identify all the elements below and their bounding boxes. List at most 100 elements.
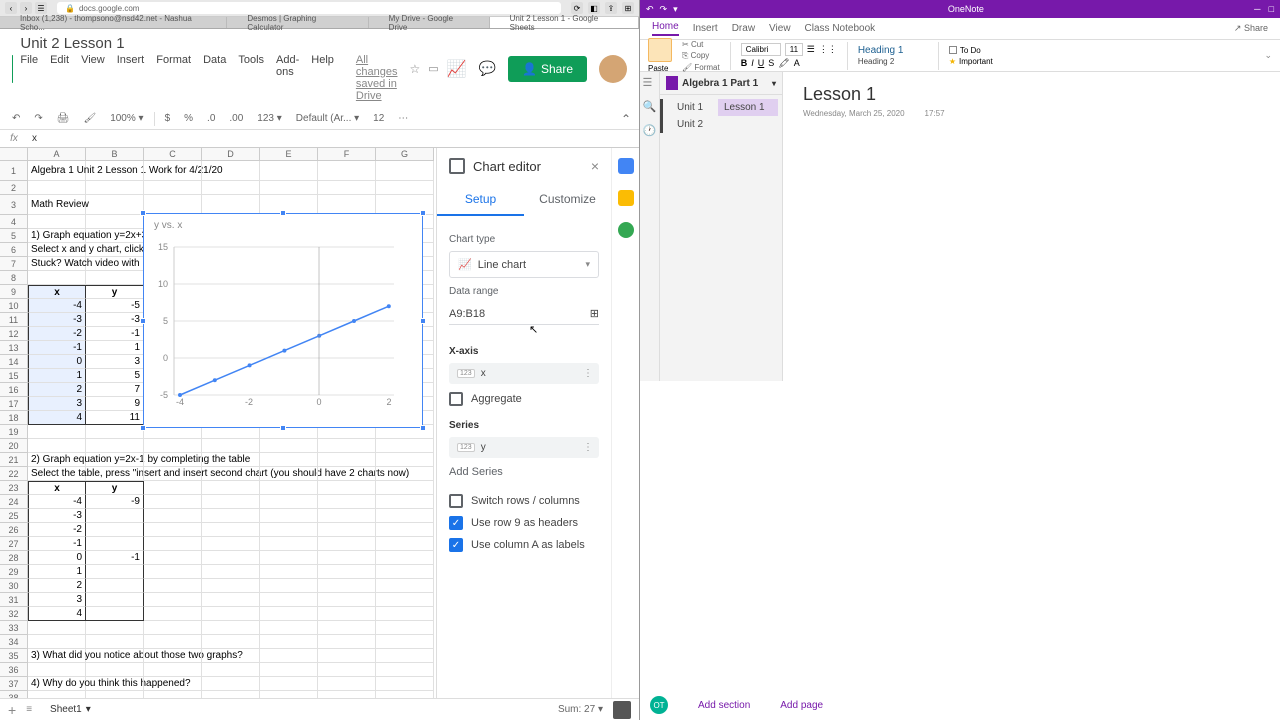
tab-inbox[interactable]: Inbox (1,238) - thompsono@nsd42.net - Na… [0, 17, 227, 28]
url-bar[interactable]: 🔒 docs.google.com [57, 2, 561, 14]
font-size[interactable]: 11 [785, 43, 803, 56]
calendar-icon[interactable] [618, 158, 634, 174]
redo-icon[interactable]: ↷ [660, 4, 668, 15]
tab-drive[interactable]: My Drive - Google Drive [369, 17, 490, 28]
tabs-icon[interactable]: ⊞ [622, 2, 634, 14]
user-avatar[interactable] [599, 55, 627, 83]
add-sheet[interactable]: + [8, 702, 16, 718]
menu-view[interactable]: View [81, 54, 105, 102]
format-btn[interactable]: 🖌 Format [682, 63, 720, 72]
keep-icon[interactable] [618, 190, 634, 206]
menu-addons[interactable]: Add-ons [276, 54, 299, 102]
chart-type-select[interactable]: 📈 Line chart [449, 251, 599, 278]
page-lesson1[interactable]: Lesson 1 [718, 99, 778, 116]
currency-icon[interactable]: $ [161, 111, 175, 126]
add-series[interactable]: Add Series [449, 458, 599, 486]
undo-icon[interactable]: ↶ [646, 4, 654, 15]
heading2-style[interactable]: Heading 2 [858, 57, 928, 66]
bullets-icon[interactable]: ☰ [807, 44, 815, 55]
tab-class[interactable]: Class Notebook [805, 23, 876, 34]
maximize-icon[interactable]: □ [1269, 4, 1274, 14]
formula-input[interactable]: x [28, 133, 41, 144]
sum-display[interactable]: Sum: 27 ▾ [558, 704, 603, 715]
col-B[interactable]: B [86, 148, 144, 161]
col-D[interactable]: D [202, 148, 260, 161]
comments-icon[interactable]: 💬 [479, 60, 496, 77]
font-size[interactable]: 12 [369, 111, 388, 126]
explore-icon[interactable]: 📈 [447, 59, 467, 79]
embedded-chart[interactable]: y vs. x 15 10 5 0 -5 -4 [143, 213, 423, 428]
tab-view[interactable]: View [769, 23, 791, 34]
all-sheets[interactable]: ≡ [26, 704, 32, 715]
paint-icon[interactable]: 🖌 [79, 111, 100, 126]
dec-more-icon[interactable]: .00 [225, 111, 247, 126]
print-icon[interactable]: 🖨 [53, 111, 74, 126]
heading1-style[interactable]: Heading 1 [858, 45, 928, 56]
share-button[interactable]: ↗ Share [1234, 23, 1268, 34]
font-select[interactable]: Calibri [741, 43, 781, 56]
recent-icon[interactable]: 🕐 [643, 124, 657, 138]
aggregate-checkbox[interactable]: Aggregate [449, 392, 599, 406]
col-E[interactable]: E [260, 148, 318, 161]
menu-file[interactable]: File [20, 54, 38, 102]
zoom-select[interactable]: 100% ▾ [106, 111, 147, 126]
nav-sidebar[interactable]: ☰ [35, 2, 47, 14]
sheet-tab[interactable]: Sheet1 ▾ [42, 704, 99, 715]
minimize-icon[interactable]: ─ [1254, 4, 1260, 14]
collapse-toolbar[interactable]: ⌃ [621, 112, 631, 126]
copy-btn[interactable]: ⎘ Copy [682, 51, 720, 61]
menu-edit[interactable]: Edit [50, 54, 69, 102]
x-axis-chip[interactable]: 123x⋮ [449, 363, 599, 384]
spreadsheet[interactable]: A B C D E F G 1Algebra 1 Unit 2 Lesson 1… [0, 148, 436, 698]
use-row-checkbox[interactable]: ✓Use row 9 as headers [449, 516, 599, 530]
col-G[interactable]: G [376, 148, 434, 161]
menu-data[interactable]: Data [203, 54, 226, 102]
data-range-input[interactable]: A9:B18 ⊞ [449, 303, 599, 325]
nav-toggle-icon[interactable]: ☰ [643, 76, 657, 90]
notebook-header[interactable]: Algebra 1 Part 1 ▾ [660, 72, 782, 95]
close-icon[interactable]: × [591, 158, 599, 174]
tag-todo[interactable]: To Do [949, 46, 1019, 55]
more-icon[interactable]: ⋯ [394, 111, 412, 126]
reader-icon[interactable]: ◧ [588, 2, 600, 14]
menu-help[interactable]: Help [311, 54, 334, 102]
share-button[interactable]: 👤 Share [508, 56, 587, 82]
font-color-icon[interactable]: A [794, 58, 800, 69]
page-title[interactable]: Lesson 1 [803, 84, 1260, 105]
switch-rows-checkbox[interactable]: Switch rows / columns [449, 494, 599, 508]
tab-insert[interactable]: Insert [693, 23, 718, 34]
grid-icon[interactable]: ⊞ [590, 307, 599, 320]
paste-icon[interactable] [648, 38, 672, 62]
tab-sheets[interactable]: Unit 2 Lesson 1 - Google Sheets [490, 17, 639, 28]
search-icon[interactable]: 🔍 [643, 100, 657, 114]
tasks-icon[interactable] [618, 222, 634, 238]
italic-icon[interactable]: I [751, 58, 754, 69]
user-avatar[interactable]: OT [650, 696, 668, 714]
numbers-icon[interactable]: ⋮⋮ [819, 44, 837, 55]
add-page-button[interactable]: Add page [780, 700, 823, 711]
page-canvas[interactable]: Lesson 1 Wednesday, March 25, 2020 17:57 [783, 72, 1280, 381]
tab-home[interactable]: Home [652, 21, 679, 36]
bold-icon[interactable]: B [741, 58, 748, 69]
menu-format[interactable]: Format [156, 54, 191, 102]
underline-icon[interactable]: U [758, 58, 765, 69]
tab-desmos[interactable]: Desmos | Graphing Calculator [227, 17, 368, 28]
series-chip[interactable]: 123y⋮ [449, 437, 599, 458]
nav-back[interactable]: ‹ [5, 2, 17, 14]
cut-btn[interactable]: ✂ Cut [682, 40, 720, 49]
col-A[interactable]: A [28, 148, 86, 161]
highlight-icon[interactable]: 🖍 [778, 58, 789, 69]
explore-button[interactable] [613, 701, 631, 719]
tab-customize[interactable]: Customize [524, 184, 611, 216]
menu-insert[interactable]: Insert [117, 54, 145, 102]
format-123[interactable]: 123 ▾ [253, 111, 285, 126]
tab-draw[interactable]: Draw [732, 23, 755, 34]
strike-icon[interactable]: S [768, 58, 774, 69]
use-col-checkbox[interactable]: ✓Use column A as labels [449, 538, 599, 552]
percent-icon[interactable]: % [180, 111, 197, 126]
section-unit1[interactable]: Unit 1 [660, 99, 718, 116]
tab-setup[interactable]: Setup [437, 184, 524, 216]
tag-important[interactable]: ★Important [949, 57, 1019, 66]
doc-title[interactable]: Unit 2 Lesson 1 [20, 35, 397, 52]
share-icon[interactable]: ⇪ [605, 2, 617, 14]
